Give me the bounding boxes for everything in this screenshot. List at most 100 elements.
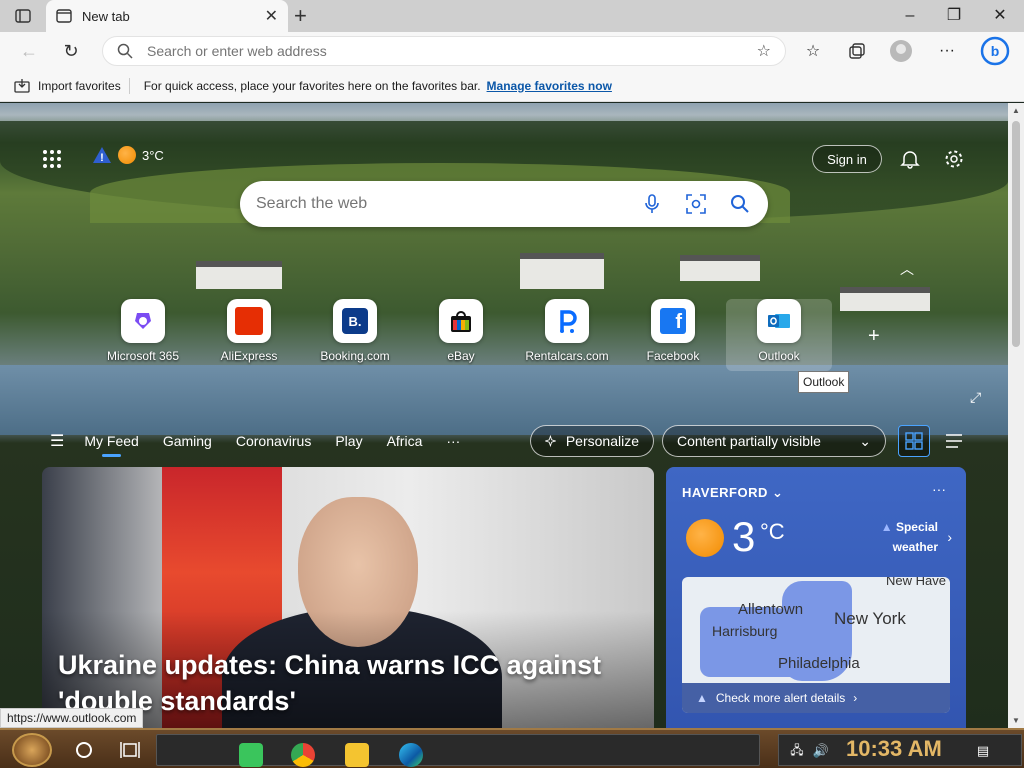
background-house (680, 255, 760, 281)
microphone-icon[interactable] (640, 192, 664, 216)
weather-location[interactable]: HAVERFORD ⌄ (682, 485, 783, 501)
volume-icon[interactable]: 🔊 (809, 739, 833, 763)
weather-card[interactable]: HAVERFORD ⌄ ··· 3 °C ▲ Special weather ›… (666, 467, 966, 728)
quick-link-facebook[interactable]: f Facebook (620, 299, 726, 371)
favorites-bar: Import favorites For quick access, place… (0, 70, 1024, 102)
start-button[interactable] (12, 733, 52, 767)
web-search-box[interactable] (240, 181, 768, 227)
check-alert-details-link[interactable]: ▲ Check more alert details › (682, 683, 950, 713)
content-visibility-dropdown[interactable]: Content partially visible ⌄ (662, 425, 886, 457)
tooltip: Outlook (798, 371, 850, 393)
quick-link-label: Facebook (646, 349, 700, 363)
new-tab-page: ! 3°C Sign in ︿ Microsoft 365 AliExpr (0, 103, 1008, 728)
quick-link-microsoft-365[interactable]: Microsoft 365 (90, 299, 196, 371)
fullscreen-expand-icon[interactable]: ⤢ (970, 389, 981, 406)
weather-mini[interactable]: ! 3°C (92, 146, 164, 164)
feed-tab-gaming[interactable]: Gaming (163, 433, 212, 449)
profile-avatar[interactable] (890, 40, 912, 62)
web-search-input[interactable] (256, 195, 620, 213)
apps-launcher-icon[interactable] (42, 149, 62, 169)
feed-more-button[interactable]: ··· (446, 433, 460, 449)
active-tab[interactable]: New tab ✕ (46, 0, 288, 32)
weather-alert-map[interactable]: New Have Allentown New York Harrisburg P… (682, 577, 950, 713)
network-icon[interactable]: 🖧 (785, 739, 809, 763)
quick-link-aliexpress[interactable]: AliExpress (196, 299, 302, 371)
file-explorer-icon[interactable] (345, 743, 369, 767)
settings-more-icon[interactable]: ··· (936, 40, 958, 62)
favorites-hint: For quick access, place your favorites h… (143, 78, 481, 93)
bing-chat-icon[interactable]: b (980, 36, 1010, 66)
map-city: New Have (886, 577, 946, 588)
quick-link-ebay[interactable]: eBay (408, 299, 514, 371)
notifications-bell-icon[interactable] (898, 147, 922, 171)
refresh-icon[interactable]: ↻ (60, 40, 82, 62)
quick-link-label: Booking.com (320, 349, 390, 363)
chevron-right-icon: › (853, 691, 858, 705)
feed-nav: ☰ My Feed Gaming Coronavirus Play Africa… (50, 427, 484, 457)
tab-actions-icon[interactable] (12, 7, 34, 25)
map-city: Philadelphia (778, 655, 860, 672)
aliexpress-icon (227, 299, 271, 343)
personalize-button[interactable]: Personalize (530, 425, 654, 457)
import-favorites-button[interactable]: Import favorites (14, 77, 130, 94)
weather-more-icon[interactable]: ··· (932, 481, 946, 497)
quick-link-outlook[interactable]: Outlook (726, 299, 832, 371)
grid-layout-icon[interactable] (898, 425, 930, 457)
scroll-down-icon[interactable]: ▼ (1008, 716, 1024, 725)
action-center-icon[interactable]: ▤ (971, 739, 995, 763)
search-circle-icon[interactable] (72, 738, 96, 762)
notes-app-icon[interactable] (239, 743, 263, 767)
feed-tab-coronavirus[interactable]: Coronavirus (236, 433, 311, 449)
sun-icon (118, 146, 136, 164)
minimize-icon[interactable]: – (900, 6, 920, 26)
restore-icon[interactable]: ❐ (944, 6, 964, 26)
edge-icon[interactable] (399, 743, 423, 767)
taskbar-apps (156, 734, 760, 767)
add-quick-link-icon[interactable]: + (868, 325, 880, 348)
title-bar: New tab ✕ + – ❐ ✕ (0, 0, 1024, 32)
feed-menu-icon[interactable]: ☰ (50, 431, 64, 451)
background-house (520, 253, 604, 289)
new-tab-button[interactable]: + (294, 5, 307, 27)
chrome-icon[interactable] (291, 743, 315, 767)
feed-tab-play[interactable]: Play (335, 433, 362, 449)
tab-close-icon[interactable]: ✕ (265, 6, 278, 26)
m365-icon (121, 299, 165, 343)
quick-link-rentalcars[interactable]: Rentalcars.com (514, 299, 620, 371)
manage-favorites-link[interactable]: Manage favorites now (487, 79, 612, 93)
list-layout-icon[interactable] (938, 425, 970, 457)
special-weather-alert[interactable]: ▲ Special weather (881, 517, 938, 557)
quick-link-booking[interactable]: B. Booking.com (302, 299, 408, 371)
back-icon[interactable]: ← (18, 40, 40, 62)
collapse-quicklinks-icon[interactable]: ︿ (900, 259, 914, 279)
scroll-up-icon[interactable]: ▲ (1008, 106, 1024, 115)
omnibox[interactable]: ☆ (102, 36, 786, 66)
page-scrollbar[interactable]: ▲ ▼ (1008, 103, 1024, 728)
collections-icon[interactable] (846, 40, 868, 62)
address-bar: ← ↻ ☆ ☆ ··· b (0, 32, 1024, 70)
feed-tab-my-feed[interactable]: My Feed (84, 433, 139, 457)
news-headline[interactable]: Ukraine updates: China warns ICC against… (58, 647, 648, 719)
visual-search-icon[interactable] (684, 192, 708, 216)
favorites-icon[interactable]: ☆ (802, 40, 824, 62)
map-city: New York (834, 609, 906, 628)
add-favorite-icon[interactable]: ☆ (757, 41, 771, 61)
facebook-icon: f (651, 299, 695, 343)
background-house (840, 287, 930, 311)
sign-in-button[interactable]: Sign in (812, 145, 882, 173)
task-view-icon[interactable] (118, 738, 142, 762)
taskbar-clock[interactable]: 10:33 AM (846, 736, 942, 762)
chevron-right-icon[interactable]: › (947, 529, 952, 545)
news-card[interactable]: Ukraine updates: China warns ICC against… (42, 467, 654, 728)
scrollbar-thumb[interactable] (1012, 121, 1020, 347)
address-input[interactable] (147, 43, 757, 59)
search-submit-icon[interactable] (728, 192, 752, 216)
booking-icon: B. (333, 299, 377, 343)
feed-tab-africa[interactable]: Africa (387, 433, 423, 449)
close-window-icon[interactable]: ✕ (990, 6, 1010, 26)
svg-text:!: ! (100, 152, 104, 164)
import-favorites-label: Import favorites (38, 78, 121, 93)
map-city: Allentown (738, 601, 804, 618)
page-settings-gear-icon[interactable] (942, 147, 966, 171)
newtab-page-icon (56, 9, 72, 23)
